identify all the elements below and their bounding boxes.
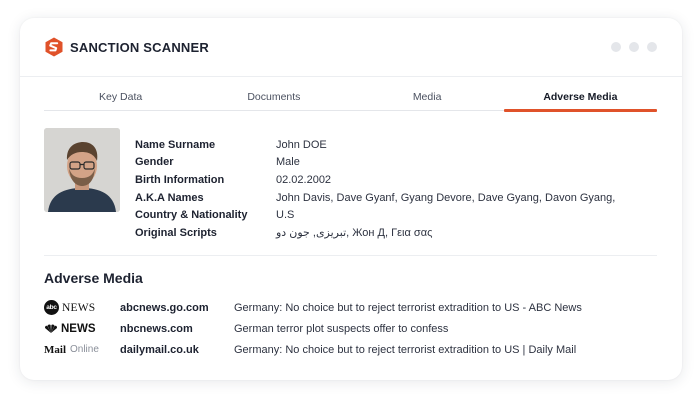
detail-label: Gender: [135, 156, 174, 169]
detail-label: Country & Nationality: [135, 209, 248, 222]
nbc-news-logo-icon: NEWS: [44, 323, 120, 335]
card-header: SANCTION SCANNER: [20, 18, 682, 77]
detail-value: John Davis, Dave Gyanf, Gyang Devore, Da…: [276, 191, 616, 204]
abc-logo-word: NEWS: [62, 301, 96, 314]
media-headline[interactable]: German terror plot suspects offer to con…: [234, 323, 448, 335]
detail-label: Birth Information: [135, 173, 225, 186]
tab-documents[interactable]: Documents: [197, 88, 350, 110]
tab-media[interactable]: Media: [351, 88, 504, 110]
media-headline[interactable]: Germany: No choice but to reject terrori…: [234, 302, 582, 314]
profile-photo: [44, 128, 120, 212]
media-item[interactable]: NEWS nbcnews.com German terror plot susp…: [44, 318, 582, 339]
window-dot-icon[interactable]: [611, 42, 621, 52]
detail-row: A.K.A Names John Davis, Dave Gyanf, Gyan…: [135, 189, 615, 207]
profile-details: Name Surname John DOE Gender Male Birth …: [135, 136, 615, 242]
detail-value: U.S: [276, 209, 295, 222]
detail-row: Birth Information 02.02.2002: [135, 171, 615, 189]
detail-label: Original Scripts: [135, 226, 217, 239]
section-divider: [44, 255, 657, 256]
tab-adverse-media[interactable]: Adverse Media: [503, 88, 658, 112]
detail-row: Original Scripts تبریزی, جون دو, Жон Д, …: [135, 224, 615, 242]
media-headline[interactable]: Germany: No choice but to reject terrori…: [234, 344, 576, 356]
abc-logo-mark: abc: [44, 300, 59, 315]
detail-row: Name Surname John DOE: [135, 136, 615, 154]
detail-row: Country & Nationality U.S: [135, 206, 615, 224]
detail-value: تبریزی, جون دو, Жон Д, Γεια σας: [276, 227, 433, 240]
detail-value: Male: [276, 156, 300, 169]
window-controls: [611, 42, 657, 52]
online-logo-word: Online: [70, 344, 99, 355]
detail-label: A.K.A Names: [135, 191, 204, 204]
mail-logo-word: Mail: [44, 343, 66, 356]
nbc-logo-word: NEWS: [61, 322, 96, 335]
detail-row: Gender Male: [135, 154, 615, 172]
detail-value: 02.02.2002: [276, 173, 332, 186]
sanction-scanner-logo-icon: [45, 37, 63, 57]
window-dot-icon[interactable]: [629, 42, 639, 52]
detail-label: Name Surname: [135, 138, 216, 151]
media-domain[interactable]: abcnews.go.com: [120, 302, 234, 314]
tab-key-data[interactable]: Key Data: [44, 88, 197, 110]
media-domain[interactable]: dailymail.co.uk: [120, 344, 234, 356]
brand-name: SANCTION SCANNER: [70, 39, 209, 55]
profile-card: SANCTION SCANNER Key Data Documents Medi…: [20, 18, 682, 380]
detail-value: John DOE: [276, 138, 327, 151]
window-dot-icon[interactable]: [647, 42, 657, 52]
adverse-media-list: abc NEWS abcnews.go.com Germany: No choi…: [44, 297, 582, 360]
brand-logo: SANCTION SCANNER: [44, 37, 209, 57]
media-domain[interactable]: nbcnews.com: [120, 323, 234, 335]
person-photo-icon: [44, 128, 120, 212]
mail-online-logo-icon: Mail Online: [44, 344, 120, 356]
media-item[interactable]: abc NEWS abcnews.go.com Germany: No choi…: [44, 297, 582, 318]
adverse-media-title: Adverse Media: [44, 270, 143, 286]
peacock-icon: [45, 323, 57, 333]
abc-news-logo-icon: abc NEWS: [44, 300, 120, 315]
tab-bar: Key Data Documents Media Adverse Media: [44, 88, 658, 112]
media-item[interactable]: Mail Online dailymail.co.uk Germany: No …: [44, 339, 582, 360]
